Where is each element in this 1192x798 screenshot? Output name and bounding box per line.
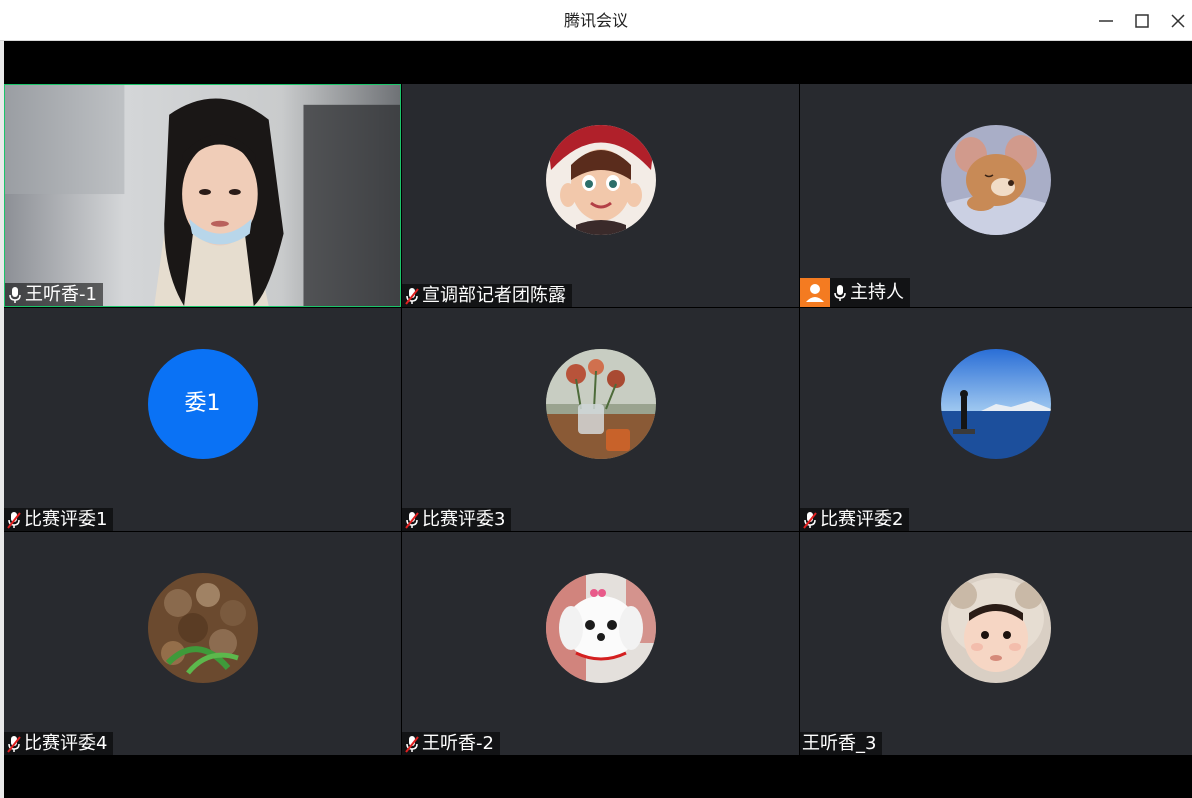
lake-person-avatar [941,349,1051,459]
participant-namebar: 王听香-2 [402,732,500,755]
participant-namebar: 王听香-1 [5,283,103,306]
microphone-muted-icon [405,287,419,305]
participant-namebar: 比赛评委4 [4,732,114,755]
participant-name: 王听香-2 [422,733,494,754]
participant-name: 王听香-1 [25,284,97,305]
minimize-icon [1099,20,1113,22]
baby-avatar [941,573,1051,683]
participant-tile[interactable]: 王听香-2 [402,532,799,755]
microphone-muted-icon [405,735,419,753]
microphone-muted-icon [7,511,21,529]
participant-name: 比赛评委2 [820,509,904,530]
participant-namebar: 主持人 [800,277,910,307]
participant-name: 比赛评委1 [24,509,108,530]
participant-tile[interactable]: 比赛评委3 [402,308,799,531]
participant-namebar: 比赛评委1 [4,508,114,531]
participant-video [5,85,400,306]
participant-tile[interactable]: 王听香-1 [4,84,401,307]
microphone-muted-icon [803,511,817,529]
participant-tile[interactable]: 主持人 [800,84,1192,307]
participant-tile[interactable]: 宣调部记者团陈露 [402,84,799,307]
maximize-icon [1135,14,1149,28]
participant-namebar: 宣调部记者团陈露 [402,284,572,307]
microphone-muted-icon [7,735,21,753]
close-icon [1171,14,1185,28]
maximize-button[interactable] [1124,0,1160,41]
microphone-icon [834,284,846,301]
participant-name: 比赛评委4 [24,733,108,754]
participant-name: 宣调部记者团陈露 [422,285,566,306]
close-button[interactable] [1160,0,1192,41]
microphone-icon [9,286,21,303]
participant-namebar: 王听香_3 [800,732,883,755]
sleeping-mouse-avatar [941,125,1051,235]
participant-tile[interactable]: 王听香_3 [800,532,1192,755]
participant-name: 主持人 [850,282,904,303]
text-avatar: 委1 [147,349,258,459]
mushroom-food-avatar [147,573,258,683]
participant-tile[interactable]: 委1 比赛评委1 [4,308,401,531]
host-badge-icon [800,277,830,307]
window-titlebar: 腾讯会议 [0,0,1192,41]
participant-tile[interactable]: 比赛评委2 [800,308,1192,531]
participant-name: 王听香_3 [802,733,877,754]
microphone-muted-icon [405,511,419,529]
flowers-tea-avatar [545,349,656,459]
minimize-button[interactable] [1088,0,1124,41]
participant-name: 比赛评委3 [422,509,506,530]
white-puppy-avatar [545,573,656,683]
participant-namebar: 比赛评委3 [402,508,512,531]
participant-namebar: 比赛评委2 [800,508,910,531]
video-grid: 王听香-1 宣调部记者团陈露 主持人 委1 比赛评委1 比赛评委3 比赛评委2 … [4,84,1192,755]
cartoon-girl-avatar [545,125,656,235]
window-title: 腾讯会议 [563,11,628,30]
participant-tile[interactable]: 比赛评委4 [4,532,401,755]
